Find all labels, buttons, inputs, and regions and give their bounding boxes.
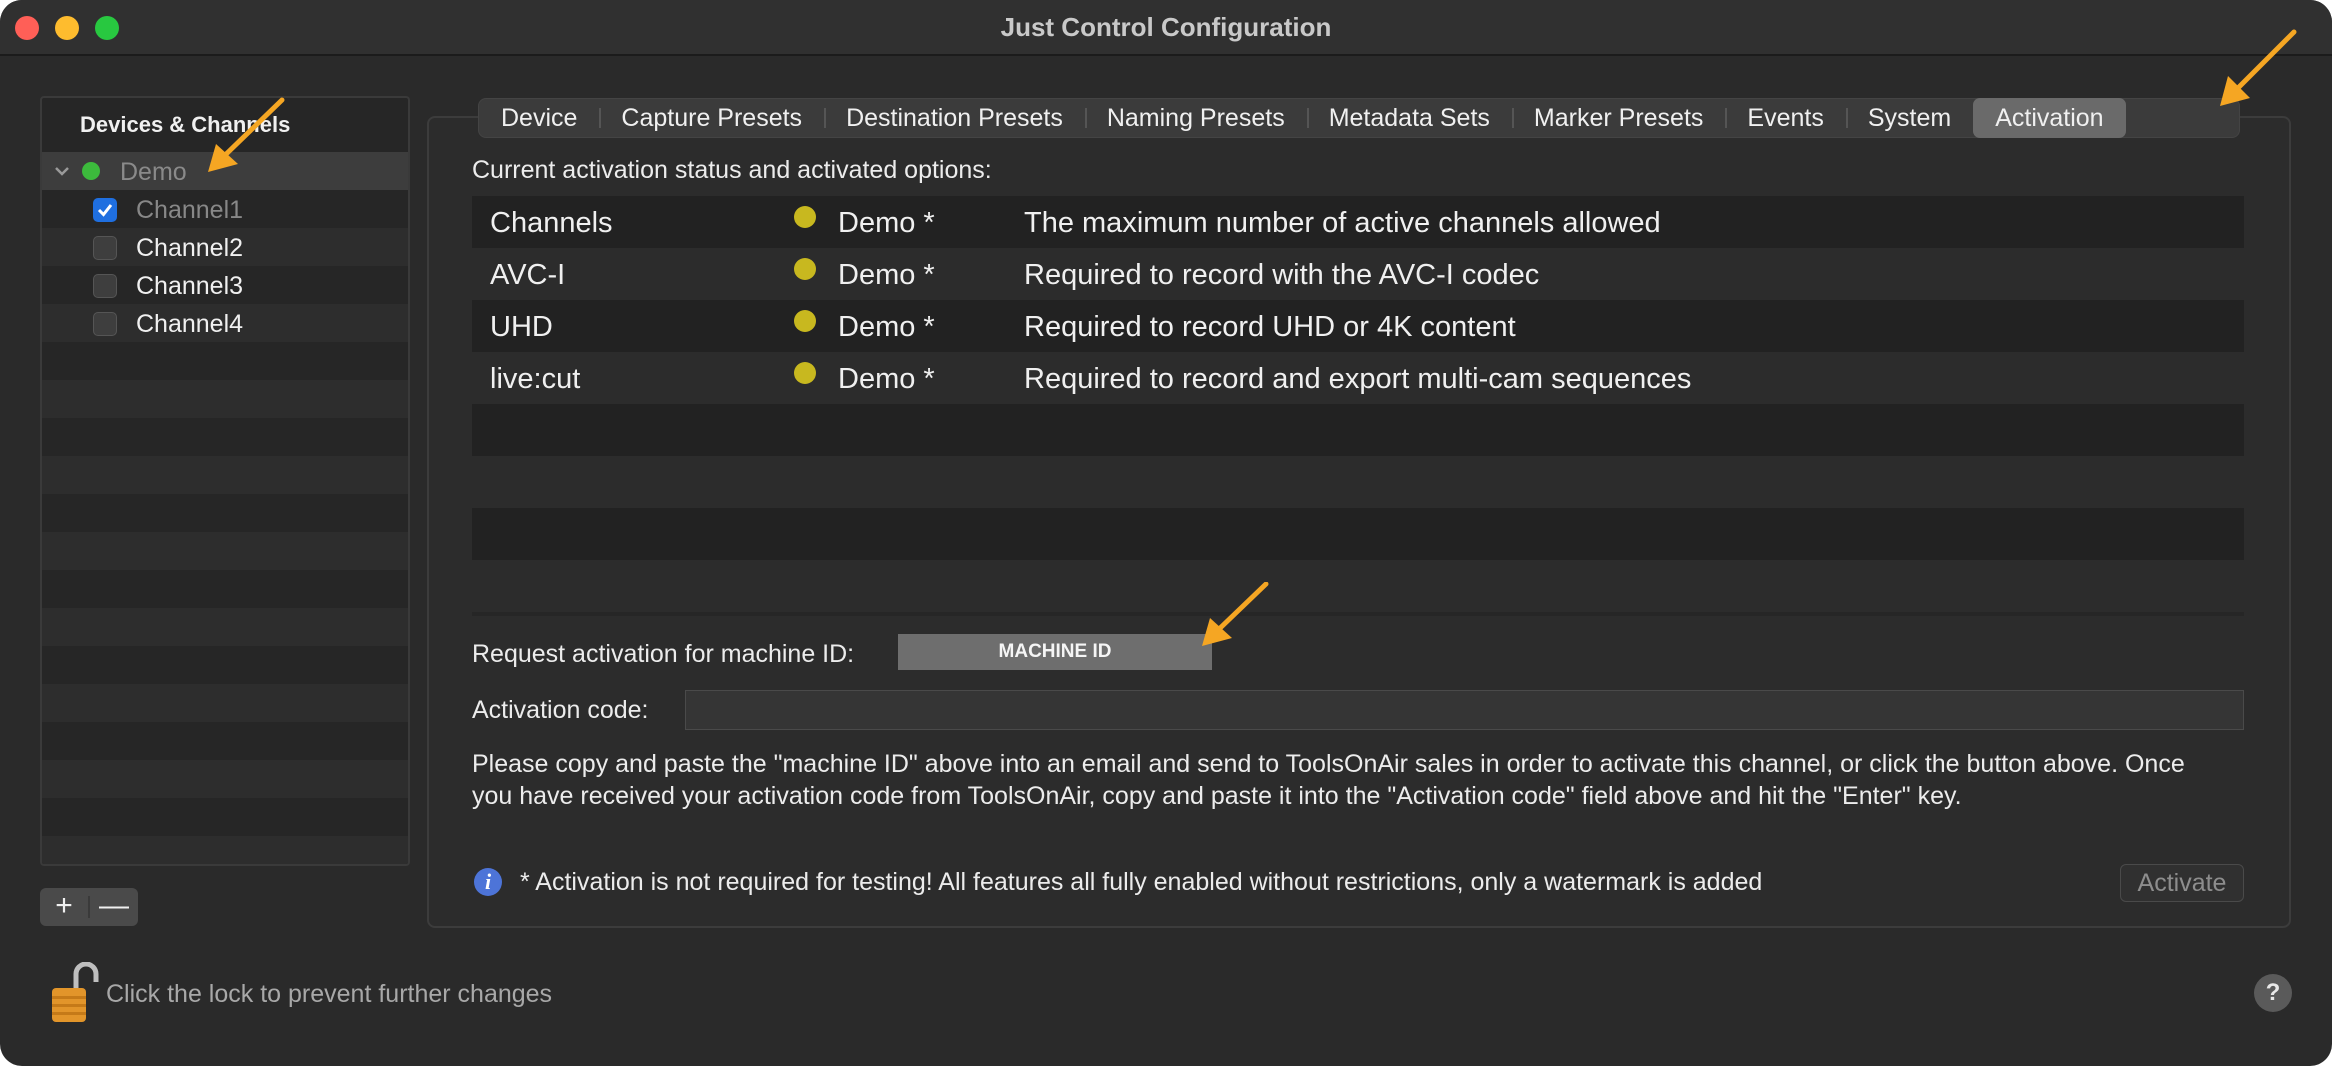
activation-code-input[interactable] xyxy=(685,690,2244,730)
activation-options-table: Channels Demo * The maximum number of ac… xyxy=(472,196,2244,616)
empty-row xyxy=(42,418,408,456)
option-description: Required to record UHD or 4K content xyxy=(1024,311,1516,343)
option-description: Required to record and export multi-cam … xyxy=(1024,363,1692,395)
channel-label: Channel2 xyxy=(136,234,244,262)
option-name: live:cut xyxy=(490,363,581,395)
option-name: UHD xyxy=(490,311,553,343)
empty-row xyxy=(42,494,408,532)
empty-table-row xyxy=(472,560,2244,612)
channel1-checkbox[interactable] xyxy=(93,198,117,222)
channel-label: Channel4 xyxy=(136,310,244,338)
status-dot-icon xyxy=(794,310,816,332)
empty-table-row xyxy=(472,456,2244,508)
option-status: Demo * xyxy=(838,207,935,239)
title-bar: Just Control Configuration xyxy=(0,0,2332,56)
machine-id-label: Request activation for machine ID: xyxy=(472,640,855,668)
empty-row xyxy=(42,532,408,570)
machine-id-field[interactable]: MACHINE ID xyxy=(898,634,1212,670)
empty-row xyxy=(42,722,408,760)
remove-button[interactable]: — xyxy=(90,888,138,926)
status-dot-icon xyxy=(794,258,816,280)
activation-instructions: Please copy and paste the "machine ID" a… xyxy=(472,750,2185,810)
tab-metadata-sets[interactable]: Metadata Sets xyxy=(1306,98,1512,138)
empty-row xyxy=(42,570,408,608)
info-icon: i xyxy=(474,868,502,896)
channel3-checkbox[interactable] xyxy=(93,274,117,298)
option-name: Channels xyxy=(490,207,613,239)
empty-row xyxy=(42,836,408,864)
option-description: Required to record with the AVC-I codec xyxy=(1024,259,1540,291)
option-status: Demo * xyxy=(838,311,935,343)
channel-row[interactable]: Channel1 xyxy=(42,190,408,228)
tab-naming-presets[interactable]: Naming Presets xyxy=(1084,98,1307,138)
table-row[interactable]: Channels Demo * The maximum number of ac… xyxy=(472,196,2244,248)
annotation-arrow-icon xyxy=(208,97,285,172)
annotation-arrow-icon xyxy=(2220,29,2297,106)
empty-table-row xyxy=(472,404,2244,456)
tab-bar: Device Capture Presets Destination Prese… xyxy=(478,98,2240,138)
empty-table-row xyxy=(472,508,2244,560)
add-button[interactable]: + xyxy=(40,888,88,926)
device-status-icon xyxy=(82,162,100,180)
annotation-arrow-icon xyxy=(1202,582,1269,646)
tab-device[interactable]: Device xyxy=(479,98,599,138)
channel4-checkbox[interactable] xyxy=(93,312,117,336)
tab-events[interactable]: Events xyxy=(1725,98,1845,138)
table-row[interactable]: AVC-I Demo * Required to record with the… xyxy=(472,248,2244,300)
unlocked-lock-icon[interactable] xyxy=(48,961,100,1024)
option-description: The maximum number of active channels al… xyxy=(1024,207,1661,239)
empty-row xyxy=(42,684,408,722)
tab-system[interactable]: System xyxy=(1845,98,1973,138)
status-dot-icon xyxy=(794,362,816,384)
option-name: AVC-I xyxy=(490,259,566,291)
channel-row[interactable]: Channel3 xyxy=(42,266,408,304)
channel2-checkbox[interactable] xyxy=(93,236,117,260)
status-dot-icon xyxy=(794,206,816,228)
table-row[interactable]: live:cut Demo * Required to record and e… xyxy=(472,352,2244,404)
window-title: Just Control Configuration xyxy=(1000,12,1332,42)
empty-row xyxy=(42,646,408,684)
empty-row xyxy=(42,608,408,646)
device-label: Demo xyxy=(120,158,187,186)
option-status: Demo * xyxy=(838,363,935,395)
empty-row xyxy=(42,798,408,836)
channel-row[interactable]: Channel4 xyxy=(42,304,408,342)
channel-row[interactable]: Channel2 xyxy=(42,228,408,266)
empty-row xyxy=(42,456,408,494)
activate-button[interactable]: Activate xyxy=(2120,864,2244,902)
tab-activation[interactable]: Activation xyxy=(1973,98,2126,138)
activation-status-heading: Current activation status and activated … xyxy=(472,156,992,184)
table-row[interactable]: UHD Demo * Required to record UHD or 4K … xyxy=(472,300,2244,352)
app-window: Just Control Configuration Devices & Cha… xyxy=(0,0,2332,1066)
tab-capture-presets[interactable]: Capture Presets xyxy=(599,98,824,138)
empty-row xyxy=(42,760,408,798)
activation-code-label: Activation code: xyxy=(472,696,649,724)
channel-label: Channel3 xyxy=(136,272,244,300)
channel-label: Channel1 xyxy=(136,196,244,224)
tab-marker-presets[interactable]: Marker Presets xyxy=(1511,98,1725,138)
add-remove-control: + — xyxy=(40,888,138,926)
testing-note: * Activation is not required for testing… xyxy=(520,868,1763,896)
devices-channels-list: Devices & Channels Demo Channel1 Channel… xyxy=(40,96,410,866)
chevron-down-icon[interactable] xyxy=(52,161,72,181)
empty-row xyxy=(42,342,408,380)
tab-destination-presets[interactable]: Destination Presets xyxy=(824,98,1085,138)
option-status: Demo * xyxy=(838,259,935,291)
help-button[interactable]: ? xyxy=(2254,974,2292,1012)
empty-row xyxy=(42,380,408,418)
lock-hint-text: Click the lock to prevent further change… xyxy=(106,980,553,1008)
